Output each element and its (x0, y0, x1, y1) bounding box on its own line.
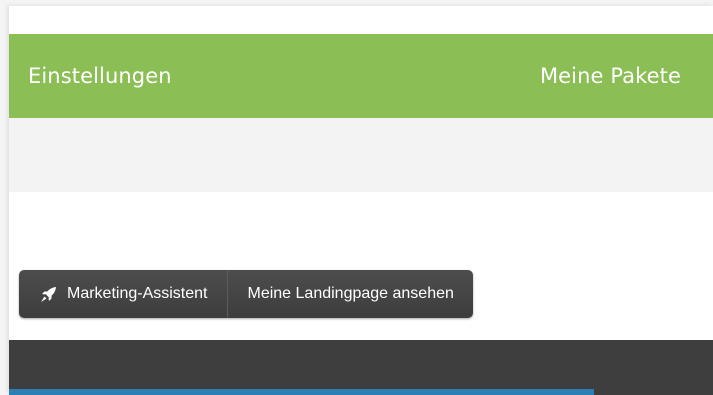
nav-item-einstellungen[interactable]: Einstellungen (28, 34, 172, 118)
footer-blue-strip (9, 389, 594, 395)
landingpage-label: Meine Landingpage ansehen (247, 285, 454, 302)
landingpage-button[interactable]: Meine Landingpage ansehen (228, 270, 473, 318)
sub-nav-band (9, 118, 713, 192)
marketing-assistent-button[interactable]: Marketing-Assistent (19, 270, 227, 318)
marketing-assistent-label: Marketing-Assistent (67, 285, 208, 302)
main-nav-bar: Einstellungen Meine Pakete (9, 34, 713, 118)
nav-item-meine-pakete[interactable]: Meine Pakete (540, 34, 681, 118)
rocket-icon (40, 286, 57, 303)
footer-dark-bar (9, 340, 713, 395)
page-container: Einstellungen Meine Pakete Marketing-Ass… (9, 6, 713, 395)
action-button-group: Marketing-Assistent Meine Landingpage an… (19, 270, 473, 318)
